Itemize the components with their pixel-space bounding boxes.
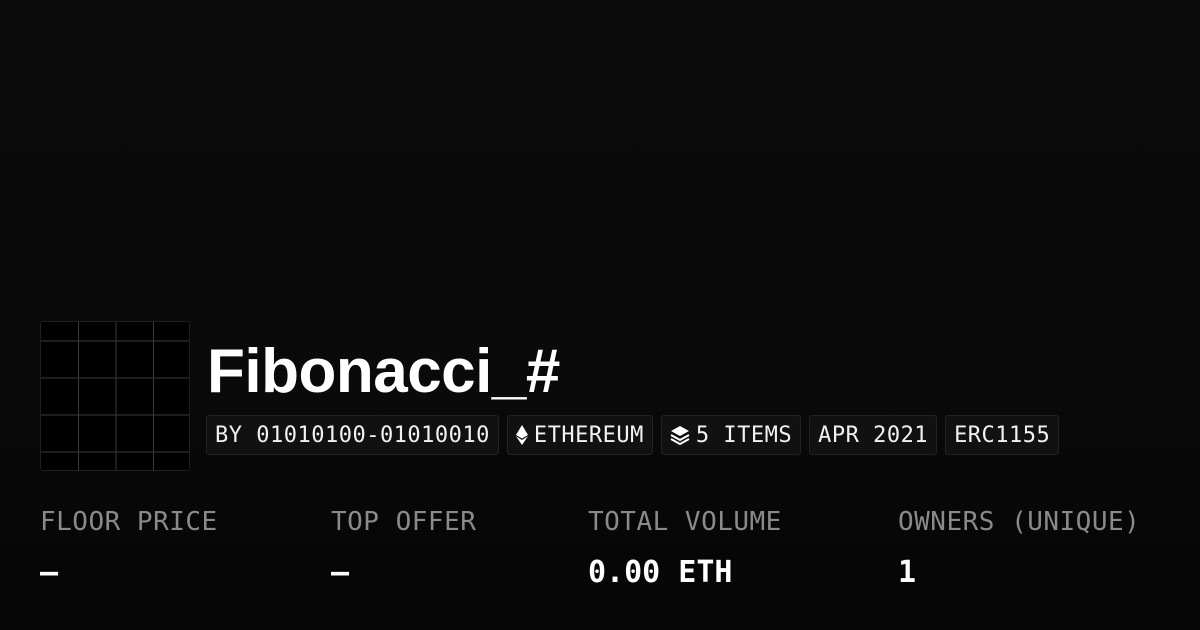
date-chip: APR 2021 xyxy=(809,415,938,455)
creator-label: BY 01010100-01010010 xyxy=(215,422,490,448)
top-offer-label: TOP OFFER xyxy=(331,507,477,537)
items-count-label: 5 ITEMS xyxy=(695,422,793,448)
date-label: APR 2021 xyxy=(818,422,929,448)
total-volume-stat: TOTAL VOLUME 0.00 ETH xyxy=(588,505,782,591)
token-standard-label: ERC1155 xyxy=(954,422,1051,448)
ethereum-icon xyxy=(515,425,528,445)
collection-title: Fibonacci_# xyxy=(207,337,560,406)
chain-chip: ETHEREUM xyxy=(506,415,653,455)
collection-meta-chips: BY 01010100-01010010 ETHEREUM 5 ITEMS AP… xyxy=(206,415,1060,455)
token-standard-chip: ERC1155 xyxy=(945,415,1060,455)
chain-label: ETHEREUM xyxy=(533,422,644,448)
owners-label: OWNERS (UNIQUE) xyxy=(898,507,1141,537)
top-offer-value: — xyxy=(331,555,350,590)
items-chip: 5 ITEMS xyxy=(660,415,802,455)
creator-chip[interactable]: BY 01010100-01010010 xyxy=(206,415,499,455)
total-volume-value: 0.00 ETH xyxy=(588,555,733,590)
floor-price-stat: FLOOR PRICE — xyxy=(40,505,218,591)
floor-price-label: FLOOR PRICE xyxy=(40,507,218,537)
top-offer-stat: TOP OFFER — xyxy=(331,505,476,591)
collection-thumbnail xyxy=(40,321,190,471)
owners-stat: OWNERS (UNIQUE) 1 xyxy=(898,505,1140,591)
owners-value: 1 xyxy=(898,555,917,590)
grid-artwork xyxy=(41,322,189,470)
total-volume-label: TOTAL VOLUME xyxy=(588,507,782,537)
floor-price-value: — xyxy=(40,555,59,590)
layers-icon xyxy=(670,425,690,445)
